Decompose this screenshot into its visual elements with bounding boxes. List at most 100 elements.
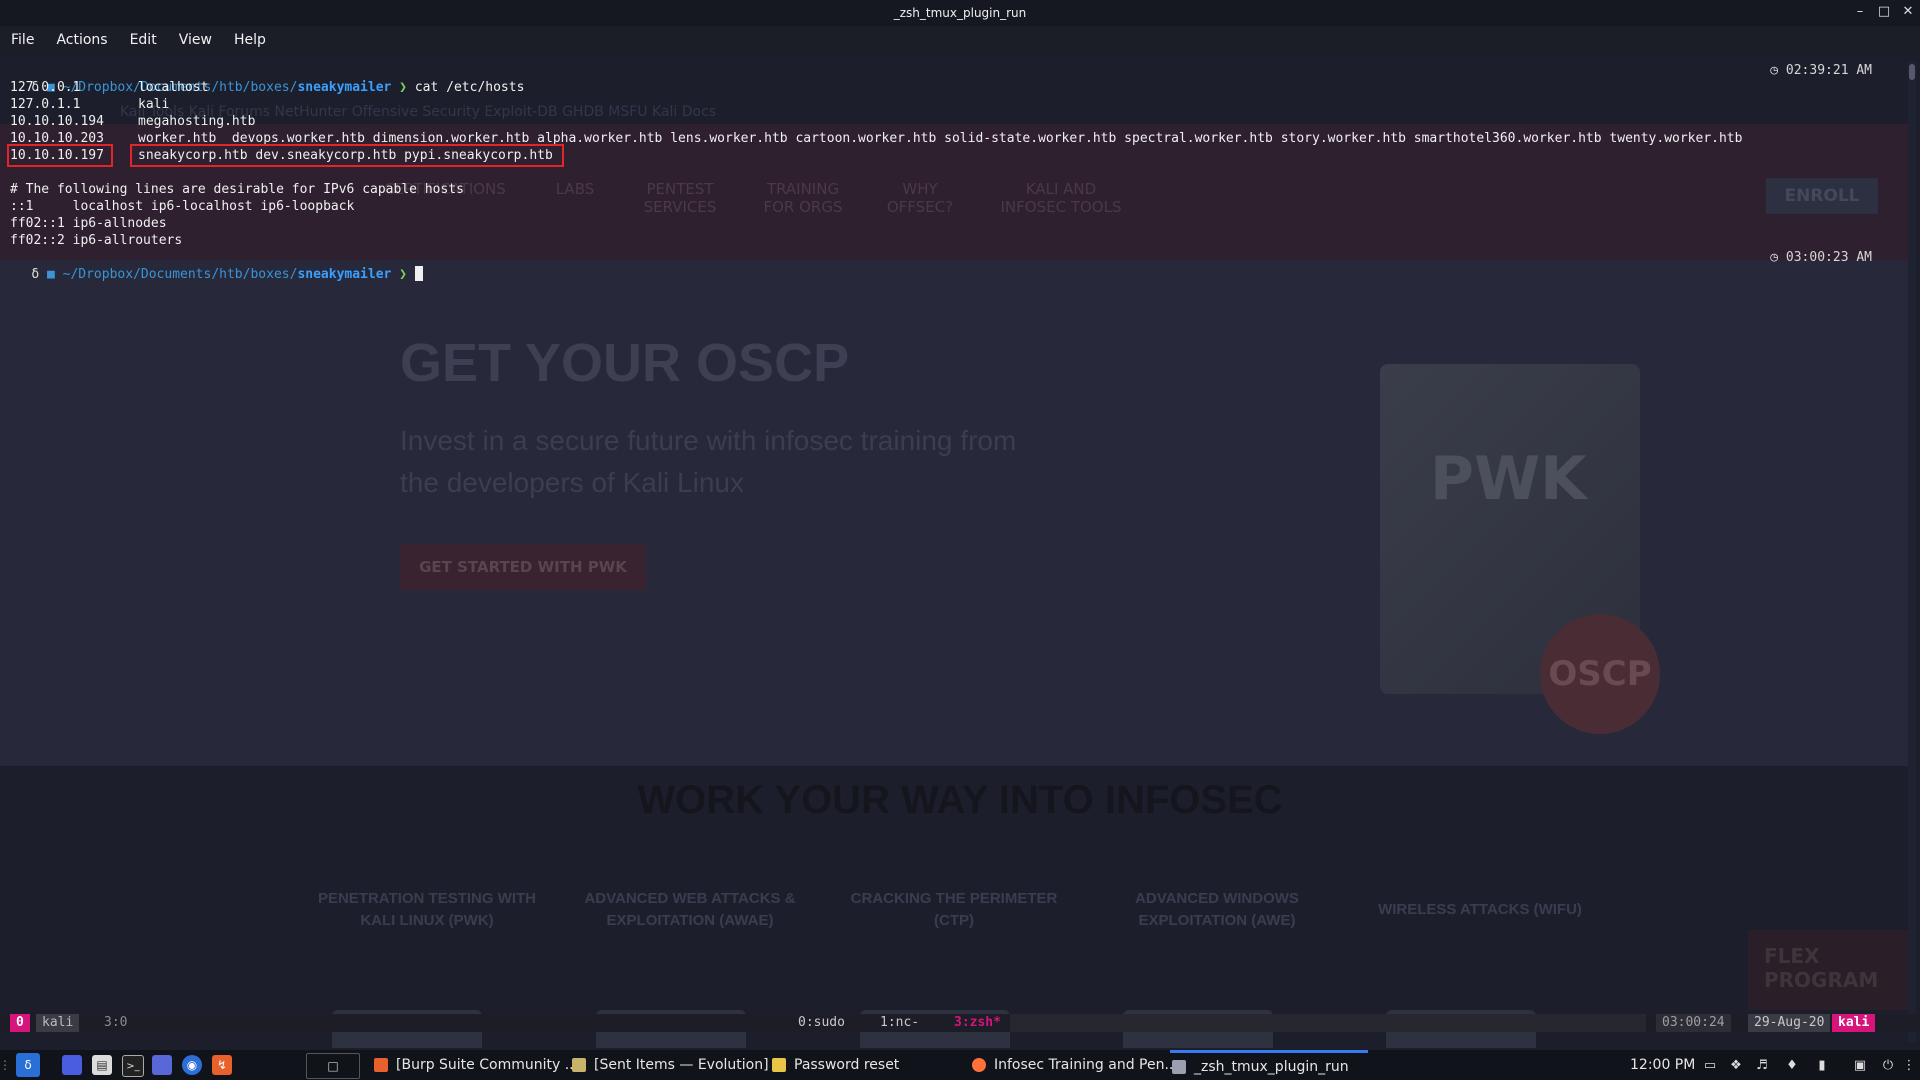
task-label: Infosec Training and Pen... (994, 1057, 1178, 1073)
ipv6-line: ::1 localhost ip6-localhost ip6-loopback (10, 199, 355, 214)
prompt-dir: sneakymailer (297, 267, 392, 282)
background-flex-program: FLEX PROGRAM (1748, 930, 1908, 1010)
background-oscp-badge: OSCP (1540, 614, 1660, 734)
terminal-output[interactable]: δ ■ ~/Dropbox/Documents/htb/boxes/sneaky… (0, 62, 1910, 282)
taskbar: ⋮ δ ▤ >_ ◉ ↯ □ [Burp Suite Community ...… (0, 1050, 1920, 1080)
clock-icon: ◷ (1770, 63, 1786, 78)
tmux-time: 03:00:24 (1656, 1014, 1731, 1032)
minimize-icon[interactable]: – (1852, 4, 1868, 19)
folder-icon: ■ (46, 267, 63, 282)
host-names: worker.htb devops.worker.htb dimension.w… (138, 131, 1743, 146)
task-label: Password reset (794, 1057, 900, 1073)
lock-icon[interactable]: ▣ (1852, 1057, 1868, 1073)
terminal-scrollbar-thumb[interactable] (1909, 64, 1915, 80)
window-title: _zsh_tmux_plugin_run (893, 6, 1027, 20)
hosts-row: 10.10.10.194 megahosting.htb (0, 113, 1910, 130)
ipv6-line: ff02::2 ip6-allrouters (10, 233, 183, 248)
host-names: megahosting.htb (138, 114, 256, 129)
background-course-pwk: PENETRATION TESTING WITH KALI LINUX (PWK… (317, 890, 537, 929)
tmux-date: 29-Aug-20 (1748, 1014, 1831, 1032)
background-pwk-label: PWK (1430, 444, 1587, 514)
burp-task-icon (374, 1058, 388, 1072)
notifications-icon[interactable]: ♦ (1784, 1057, 1800, 1073)
battery-icon[interactable]: ▮ (1814, 1057, 1830, 1073)
background-hero-button: GET STARTED WITH PWK (400, 544, 646, 590)
background-section-heading: WORK YOUR WAY INTO INFOSEC (637, 778, 1283, 822)
prompt-arrow-icon: ❯ (391, 267, 415, 282)
task-evolution[interactable]: [Sent Items — Evolution] (572, 1050, 769, 1080)
tmux-window-nc[interactable]: 1:nc- (874, 1014, 925, 1032)
hosts-row: 10.10.10.203 worker.htb devops.worker.ht… (0, 130, 1910, 147)
host-ip: 127.0.0.1 (10, 80, 81, 95)
highlighted-host-ip: 10.10.10.197 (7, 144, 113, 167)
screen-icon[interactable] (152, 1055, 172, 1075)
power-icon[interactable]: ⏻ (1880, 1057, 1896, 1073)
mail-task-icon (772, 1058, 786, 1072)
host-ip: 10.10.10.203 (10, 131, 104, 146)
background-hero-subtitle: Invest in a secure future with infosec t… (400, 425, 1017, 498)
tmux-host: kali (36, 1014, 80, 1032)
hosts-row: 127.0.1.1 kali (0, 96, 1910, 113)
tmux-hostname: kali (1832, 1014, 1876, 1032)
terminal-task-icon (1172, 1059, 1186, 1074)
hosts-row: 127.0.0.1 localhost (0, 79, 1910, 96)
kali-dragon-icon: δ (31, 267, 47, 282)
host-ip: 10.10.10.194 (10, 114, 104, 129)
workspace-icon[interactable] (62, 1055, 82, 1075)
menu-help[interactable]: Help (223, 32, 277, 48)
kali-menu-icon[interactable]: δ (16, 1053, 40, 1077)
tmux-status-fill (1010, 1014, 1646, 1032)
burp-icon[interactable]: ↯ (212, 1055, 232, 1075)
host-ip: 127.0.1.1 (10, 97, 81, 112)
window-titlebar[interactable]: _zsh_tmux_plugin_run – □ ✕ (0, 0, 1920, 26)
browser-icon[interactable]: ◉ (182, 1055, 202, 1075)
host-names: localhost (138, 80, 209, 95)
terminal-icon[interactable]: >_ (122, 1055, 144, 1077)
close-icon[interactable]: ✕ (1900, 4, 1916, 19)
hosts-row-highlighted: 10.10.10.197 sneakycorp.htb dev.sneakyco… (0, 144, 1910, 167)
ipv6-comment: # The following lines are desirable for … (10, 182, 464, 197)
menu-view[interactable]: View (168, 32, 223, 48)
firefox-task-icon (972, 1058, 986, 1072)
taskbar-clock[interactable]: 12:00 PM (1630, 1050, 1695, 1080)
task-label: [Burp Suite Community ... (396, 1057, 579, 1073)
terminal-cursor[interactable] (414, 266, 423, 281)
prompt-time: ◷ 03:00:23 AM (1770, 249, 1872, 266)
tmux-pane: 3:0 (104, 1015, 128, 1030)
task-terminal-active[interactable]: _zsh_tmux_plugin_run (1170, 1050, 1368, 1080)
task-password-reset[interactable]: Password reset (772, 1050, 899, 1080)
host-names: kali (138, 97, 170, 112)
evolution-task-icon (572, 1058, 586, 1072)
menu-file[interactable]: File (0, 32, 45, 48)
file-manager-icon[interactable]: ▤ (92, 1055, 112, 1075)
tray-handle-icon: ⋮ (1902, 1057, 1916, 1073)
clock-icon: ◷ (1770, 250, 1786, 265)
show-desktop-icon[interactable]: □ (306, 1053, 360, 1079)
task-label: [Sent Items — Evolution] (594, 1057, 769, 1073)
tmux-status-bar: 0 kali 3:0 0:sudo 1:nc- 3:zsh* 03:00:24 … (0, 1014, 1920, 1032)
highlighted-host-names: sneakycorp.htb dev.sneakycorp.htb pypi.s… (130, 144, 564, 167)
dropbox-icon[interactable]: ❖ (1728, 1057, 1744, 1073)
terminal-scrollbar[interactable] (1908, 62, 1916, 1042)
background-course-awae: ADVANCED WEB ATTACKS & EXPLOITATION (AWA… (584, 890, 796, 929)
maximize-icon[interactable]: □ (1876, 4, 1892, 19)
volume-icon[interactable]: ♬ (1754, 1057, 1770, 1073)
tmux-window-zsh-active[interactable]: 3:zsh* (948, 1014, 1007, 1032)
prompt-time-value: 02:39:21 AM (1785, 63, 1872, 78)
display-icon[interactable]: ▭ (1702, 1057, 1718, 1073)
tmux-window-sudo[interactable]: 0:sudo (792, 1014, 851, 1032)
ipv6-line: ff02::1 ip6-allnodes (10, 216, 167, 231)
prompt-time-value: 03:00:23 AM (1785, 250, 1872, 265)
menu-edit[interactable]: Edit (119, 32, 168, 48)
task-firefox[interactable]: Infosec Training and Pen... (972, 1050, 1178, 1080)
prompt-path: ~/Dropbox/Documents/htb/boxes/ (62, 267, 298, 282)
background-course-ctp: CRACKING THE PERIMETER (CTP) (850, 890, 1058, 929)
background-hero-title: GET YOUR OSCP (400, 333, 850, 393)
background-course-wifu: WIRELESS ATTACKS (WIFU) (1378, 901, 1582, 918)
task-burp[interactable]: [Burp Suite Community ... (374, 1050, 578, 1080)
prompt-line-current: δ ■ ~/Dropbox/Documents/htb/boxes/sneaky… (0, 249, 1910, 282)
menu-bar: File Actions Edit View Help (0, 26, 1920, 54)
menu-actions[interactable]: Actions (45, 32, 118, 48)
task-label: _zsh_tmux_plugin_run (1194, 1058, 1349, 1075)
